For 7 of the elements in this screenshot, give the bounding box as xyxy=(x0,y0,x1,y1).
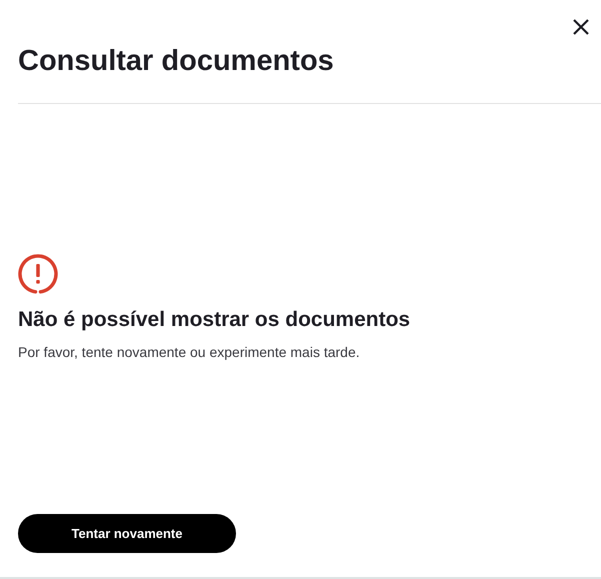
error-message: Por favor, tente novamente ou experimente mais tarde. xyxy=(18,343,360,362)
retry-button[interactable]: Tentar novamente xyxy=(18,514,236,553)
error-heading: Não é possível mostrar os documentos xyxy=(18,307,410,333)
error-icon xyxy=(18,254,58,294)
close-icon xyxy=(573,19,589,35)
close-button[interactable] xyxy=(571,17,591,37)
dialog-title: Consultar documentos xyxy=(18,44,334,78)
